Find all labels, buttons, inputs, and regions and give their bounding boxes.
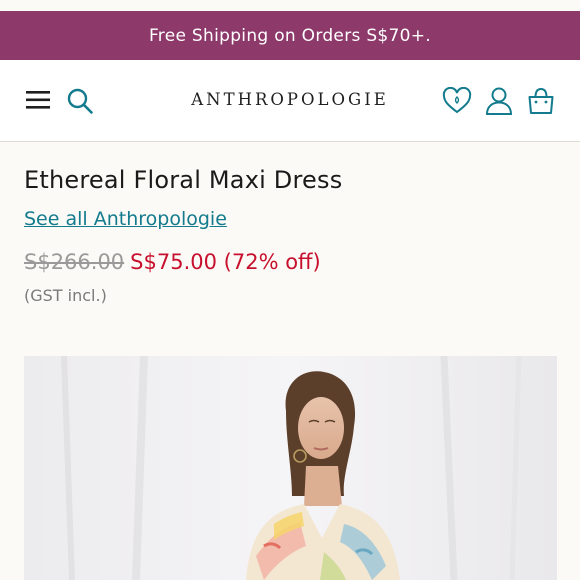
shopping-bag-icon[interactable] [526, 86, 556, 116]
tax-note: (GST incl.) [24, 286, 107, 305]
sale-price: S$75.00 (72% off) [130, 250, 321, 274]
brand-link[interactable]: See all Anthropologie [24, 208, 227, 230]
account-icon[interactable] [484, 86, 514, 116]
product-title: Ethereal Floral Maxi Dress [24, 166, 343, 194]
price-row: S$266.00 S$75.00 (72% off) [24, 250, 321, 274]
promo-text: Free Shipping on Orders S$70+. [148, 25, 432, 46]
promo-banner[interactable]: Free Shipping on Orders S$70+. [0, 11, 580, 60]
site-header: ANTHROPOLOGIE [0, 60, 580, 142]
wishlist-heart-icon[interactable] [442, 87, 472, 115]
product-image[interactable] [24, 356, 557, 580]
product-photo [24, 356, 557, 580]
original-price: S$266.00 [24, 250, 125, 274]
